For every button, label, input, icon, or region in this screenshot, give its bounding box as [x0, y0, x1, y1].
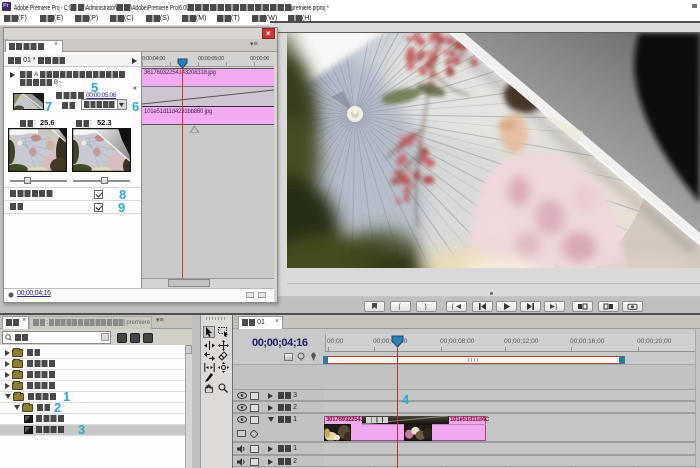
svg-text:{: { [399, 304, 402, 310]
svg-text:}: } [555, 304, 558, 310]
svg-text:}: } [425, 304, 428, 310]
svg-text:{: { [452, 304, 455, 310]
